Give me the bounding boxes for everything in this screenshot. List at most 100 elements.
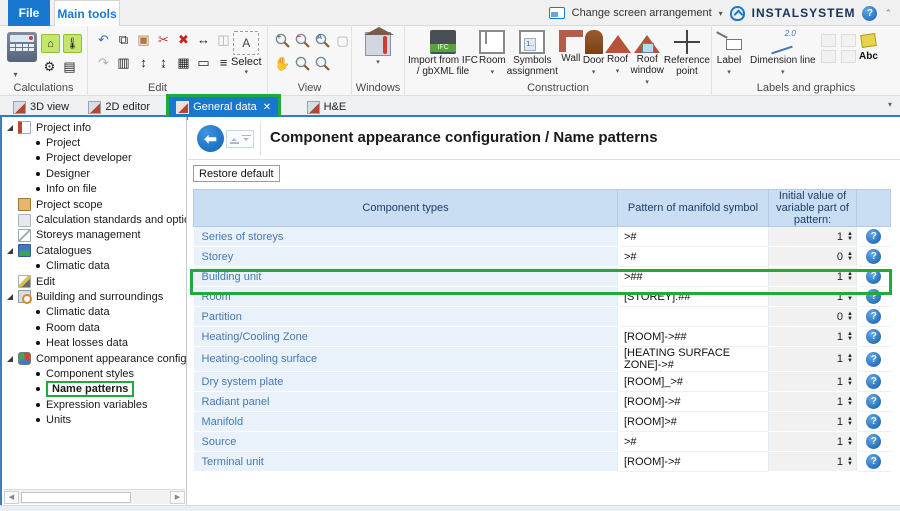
value-spinner[interactable]: ▲▼ [847, 252, 853, 262]
back-button[interactable]: ⬅ [197, 125, 224, 152]
sticky-note-icon[interactable] [860, 33, 877, 48]
value-spinner[interactable]: ▲▼ [847, 457, 853, 467]
sidebar-item-room-data[interactable]: Room data [2, 320, 186, 335]
value-number[interactable]: 1 [837, 416, 843, 428]
heat-calculation-toggle-icon[interactable]: 🌡 [63, 34, 82, 53]
text-tool-button[interactable]: Abc [859, 51, 878, 62]
sidebar-item-project-info[interactable]: Project info [2, 120, 186, 135]
row-help-icon[interactable]: ? [866, 434, 881, 449]
value-number[interactable]: 1 [837, 271, 843, 283]
pattern-cell[interactable]: [HEATING SURFACE ZONE]-># [618, 347, 769, 372]
component-type-cell[interactable]: Building unit [194, 267, 618, 287]
row-help-icon[interactable]: ? [866, 309, 881, 324]
initial-value-cell[interactable]: 0 ▲▼ [769, 247, 857, 267]
value-spinner[interactable]: ▲▼ [847, 292, 853, 302]
sidebar-item-units[interactable]: Units [2, 412, 186, 427]
tree-expander-icon[interactable] [6, 154, 32, 162]
book-icon[interactable]: ▥ [115, 54, 132, 71]
collapse-ribbon-icon[interactable]: ⌃ [884, 8, 892, 19]
view-tab-3d-view[interactable]: 3D view [6, 97, 76, 117]
stretch-icon[interactable]: ↔ [195, 31, 212, 48]
table-row-dry-system-plate[interactable]: Dry system plate [ROOM]_># 1▲▼ ? [194, 372, 891, 392]
tree-expander-icon[interactable] [6, 262, 32, 270]
transform-icon[interactable]: ▭ [195, 54, 212, 71]
undo-icon[interactable]: ↶ [95, 31, 112, 48]
table-row-room[interactable]: Room [STOREY].## 1▲▼ ? [194, 287, 891, 307]
pattern-cell[interactable]: [ROOM]->## [618, 327, 769, 347]
table-row-storey[interactable]: Storey ># 0▲▼ ? [194, 247, 891, 267]
value-number[interactable]: 0 [837, 251, 843, 263]
sidebar-item-storeys-management[interactable]: Storeys management [2, 228, 186, 243]
table-row-partition[interactable]: Partition 0▲▼ ? [194, 307, 891, 327]
component-type-cell[interactable]: Heating/Cooling Zone [194, 327, 618, 347]
paste-icon[interactable]: ▣ [135, 31, 152, 48]
tree-expander-icon[interactable] [6, 385, 32, 393]
sidebar-item-info-on-file[interactable]: Info on file [2, 182, 186, 197]
value-spinner[interactable]: ▲▼ [847, 332, 853, 342]
row-help-icon[interactable]: ? [866, 352, 881, 367]
zoom-previous-icon[interactable] [294, 55, 311, 72]
sidebar-item-project-scope[interactable]: Project scope [2, 197, 186, 212]
sidebar-item-project-developer[interactable]: Project developer [2, 151, 186, 166]
initial-value-cell[interactable]: 1 ▲▼ [769, 347, 857, 372]
value-number[interactable]: 1 [837, 331, 843, 343]
row-help-icon[interactable]: ? [866, 269, 881, 284]
zoom-out-icon[interactable]: − [294, 32, 311, 49]
pattern-cell[interactable]: ># [618, 432, 769, 452]
value-spinner[interactable]: ▲▼ [847, 232, 853, 242]
label-button[interactable]: Label ▾ [716, 26, 742, 78]
windows-button[interactable]: ▾ [352, 28, 404, 68]
zoom-in-icon[interactable]: + [274, 32, 291, 49]
tree-expander-icon[interactable] [6, 339, 32, 347]
row-help-icon[interactable]: ? [866, 289, 881, 304]
calculations-dropdown-icon[interactable]: ▾ [7, 66, 24, 83]
delete-icon[interactable]: ✖ [175, 31, 192, 48]
value-spinner[interactable]: ▲▼ [847, 312, 853, 322]
tree-expander-icon[interactable] [6, 216, 14, 224]
value-spinner[interactable]: ▲▼ [847, 397, 853, 407]
initial-value-cell[interactable]: 0 ▲▼ [769, 307, 857, 327]
value-spinner[interactable]: ▲▼ [847, 354, 853, 364]
symbols-assignment-button[interactable]: Symbols assignment [506, 26, 559, 88]
sidebar-item-project[interactable]: Project [2, 135, 186, 150]
tree-expander-icon[interactable] [6, 201, 14, 209]
help-icon[interactable]: ? [862, 6, 877, 21]
report-table-icon[interactable] [821, 34, 836, 47]
tree-horizontal-scrollbar[interactable]: ◀ ▶ [4, 489, 185, 504]
ruler-icon[interactable]: ≡ [215, 54, 232, 71]
view-tab-general-data[interactable]: General data ✕ [169, 97, 278, 117]
ribbon-button-dropdown-icon[interactable]: ▾ [592, 67, 596, 78]
ribbon-button-dropdown-icon[interactable]: ▾ [616, 66, 620, 77]
sidebar-item-edit[interactable]: Edit [2, 274, 186, 289]
sidebar-item-building-and-surroundings[interactable]: Building and surroundings [2, 289, 186, 304]
close-tab-icon[interactable]: ✕ [263, 102, 271, 113]
tree-expander-icon[interactable] [6, 308, 32, 316]
value-number[interactable]: 0 [837, 311, 843, 323]
row-help-icon[interactable]: ? [866, 329, 881, 344]
tree-expander-icon[interactable] [6, 124, 14, 132]
initial-value-cell[interactable]: 1▲▼ [769, 287, 857, 307]
tree-expander-icon[interactable] [6, 278, 14, 286]
table-row-terminal-unit[interactable]: Terminal unit [ROOM]-># 1▲▼ ? [194, 452, 891, 472]
value-number[interactable]: 1 [837, 231, 843, 243]
select-button[interactable]: A [233, 31, 259, 55]
table-edit-icon[interactable]: ▦ [175, 54, 192, 71]
align-vertical-icon[interactable]: ↕ [135, 54, 152, 71]
table-row-radiant-panel[interactable]: Radiant panel [ROOM]-># 1▲▼ ? [194, 392, 891, 412]
collapse-all-icon[interactable] [230, 135, 239, 144]
tab-main-tools[interactable]: Main tools [54, 0, 120, 26]
table-row-source[interactable]: Source ># 1▲▼ ? [194, 432, 891, 452]
roof-button[interactable]: Roof ▾ [605, 26, 631, 88]
view-tab-2d-editor[interactable]: 2D editor [81, 97, 157, 117]
import-from-ifc-gbxml-file-button[interactable]: Import from IFC / gbXML file [407, 26, 479, 88]
initial-value-cell[interactable]: 1▲▼ [769, 432, 857, 452]
dimension-line-button[interactable]: Dimension line ▾ [750, 26, 816, 78]
value-number[interactable]: 1 [837, 376, 843, 388]
row-help-icon[interactable]: ? [866, 249, 881, 264]
component-type-cell[interactable]: Manifold [194, 412, 618, 432]
value-number[interactable]: 1 [837, 353, 843, 365]
tree-expander-icon[interactable] [6, 324, 32, 332]
row-help-icon[interactable]: ? [866, 394, 881, 409]
row-help-icon[interactable]: ? [866, 229, 881, 244]
initial-value-cell[interactable]: 1▲▼ [769, 372, 857, 392]
